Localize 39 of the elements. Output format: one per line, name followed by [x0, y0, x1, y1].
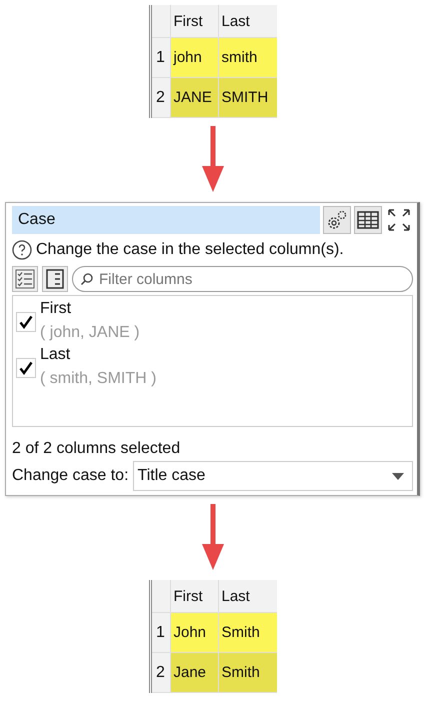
column-name: First — [40, 300, 72, 318]
settings-button[interactable] — [323, 206, 351, 234]
table-button[interactable] — [354, 206, 382, 234]
column-preview: ( john, JANE ) — [40, 324, 140, 342]
checkbox[interactable] — [16, 312, 36, 332]
panel-title: Case — [12, 206, 320, 234]
list-button[interactable] — [42, 266, 68, 292]
help-icon[interactable] — [12, 240, 32, 260]
table-cell: Jane — [170, 653, 218, 692]
row-number: 2 — [152, 78, 170, 117]
table-cell: Smith — [218, 653, 276, 692]
column-header: First — [170, 580, 218, 612]
table-cell: JANE — [170, 78, 218, 117]
column-preview: ( smith, SMITH ) — [40, 370, 156, 388]
row-number: 1 — [152, 38, 170, 77]
table-cell: Smith — [218, 613, 276, 652]
down-arrow — [202, 504, 224, 570]
selection-summary: 2 of 2 columns selected — [12, 439, 182, 458]
row-number: 1 — [152, 613, 170, 652]
checkbox[interactable] — [16, 358, 36, 378]
expand-icon — [387, 208, 411, 232]
table-cell: smith — [218, 38, 276, 77]
down-arrow — [202, 126, 224, 192]
help-text: Change the case in the selected column(s). — [36, 241, 344, 259]
column-name: Last — [40, 346, 72, 364]
change-case-label: Change case to: — [12, 467, 129, 485]
column-header: First — [170, 5, 218, 37]
table-cell: John — [170, 613, 218, 652]
row-number: 2 — [152, 653, 170, 692]
table-cell: john — [170, 38, 218, 77]
dropdown-caret-icon — [392, 472, 404, 480]
case-dropdown[interactable]: Title case — [132, 461, 413, 491]
table-cell: SMITH — [218, 78, 276, 117]
filter-field[interactable]: Filter columns — [72, 266, 413, 292]
gears-icon — [326, 209, 348, 231]
select-all-button[interactable] — [12, 266, 38, 292]
list-icon — [45, 269, 65, 289]
table-icon — [357, 210, 379, 230]
checklist-icon — [15, 269, 35, 289]
